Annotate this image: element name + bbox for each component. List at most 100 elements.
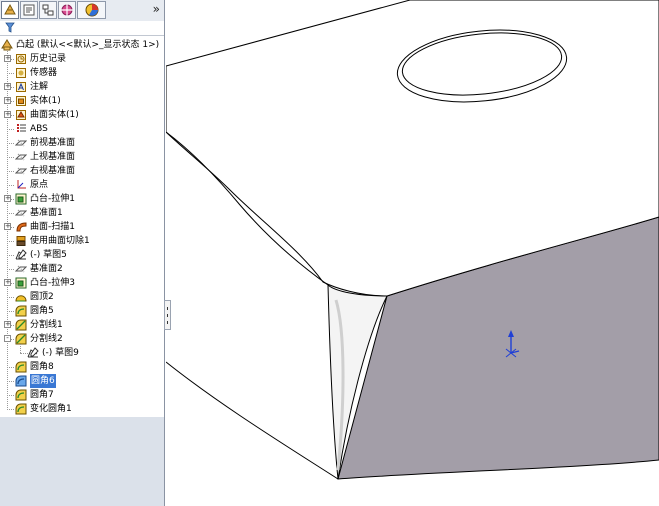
tree-item-history[interactable]: + 历史记录 bbox=[0, 52, 164, 66]
sensor-icon bbox=[16, 68, 26, 78]
tree-item-label: 曲面-扫描1 bbox=[30, 222, 75, 232]
tree-item-surface-cut-1[interactable]: 使用曲面切除1 bbox=[0, 234, 164, 248]
tree-item-boss-extrude-1[interactable]: + 凸台-拉伸1 bbox=[0, 192, 164, 206]
tree-item-origin[interactable]: 原点 bbox=[0, 178, 164, 192]
tree-item-plane-2[interactable]: 基准面2 bbox=[0, 262, 164, 276]
feature-manager-icon bbox=[4, 3, 16, 15]
tree-branch-line bbox=[7, 73, 14, 74]
tree-item-material[interactable]: ABS bbox=[0, 122, 164, 136]
property-manager-icon bbox=[23, 4, 35, 16]
manager-tab-bar: » bbox=[0, 0, 164, 22]
filter-icon[interactable] bbox=[5, 22, 15, 33]
tree-item-label: 基准面2 bbox=[30, 264, 63, 274]
tree-item-label: 前视基准面 bbox=[30, 138, 76, 148]
more-tabs-button[interactable]: » bbox=[153, 2, 160, 16]
boss-extrude-icon bbox=[15, 193, 27, 205]
tree-branch-line bbox=[7, 143, 14, 144]
dome-icon bbox=[15, 295, 27, 302]
tree-item-fillet-5[interactable]: 圆角5 bbox=[0, 304, 164, 318]
tree-item-label: 圆角7 bbox=[30, 390, 54, 400]
tree-branch-line bbox=[7, 129, 14, 130]
tree-branch-line bbox=[7, 171, 14, 172]
part-icon bbox=[1, 39, 13, 51]
tree-item-fillet-7[interactable]: 圆角7 bbox=[0, 388, 164, 402]
surface-sweep-icon bbox=[16, 222, 27, 232]
graphics-viewport[interactable] bbox=[166, 0, 659, 506]
tree-branch-line bbox=[7, 255, 14, 256]
tree-item-split-line-1[interactable]: + 分割线1 bbox=[0, 318, 164, 332]
tree-item-label: 分割线1 bbox=[30, 320, 63, 330]
tree-item-top-plane[interactable]: 上视基准面 bbox=[0, 150, 164, 164]
tree-item-label: 实体(1) bbox=[30, 96, 61, 106]
tree-branch-line bbox=[7, 297, 14, 298]
tree-nested-connector-line bbox=[20, 344, 21, 353]
plane-icon bbox=[15, 139, 27, 147]
tree-item-label: 历史记录 bbox=[30, 54, 67, 64]
expand-toggle-icon[interactable]: + bbox=[4, 83, 11, 90]
tree-item-dome-2[interactable]: 圆顶2 bbox=[0, 290, 164, 304]
tree-item-label: 上视基准面 bbox=[30, 152, 76, 162]
tree-branch-line bbox=[7, 157, 14, 158]
tree-branch-line bbox=[7, 381, 14, 382]
tab-feature-manager[interactable] bbox=[1, 1, 19, 19]
tree-item-surface-sweep-1[interactable]: + 曲面-扫描1 bbox=[0, 220, 164, 234]
tree-item-label: 右视基准面 bbox=[30, 166, 76, 176]
tree-item-label: 圆角8 bbox=[30, 362, 54, 372]
tree-item-sensors[interactable]: 传感器 bbox=[0, 66, 164, 80]
tree-item-label: ABS bbox=[30, 124, 48, 134]
fillet-icon bbox=[15, 361, 27, 373]
tree-item-fillet-8[interactable]: 圆角8 bbox=[0, 360, 164, 374]
plane-icon bbox=[15, 209, 27, 217]
feature-manager-panel: » 凸起 (默认<<默认>_显示状态 1>) + 历史记录 传感器 + 注解 + 实体(1) +… bbox=[0, 0, 165, 506]
expand-toggle-icon[interactable]: + bbox=[4, 111, 11, 118]
tree-item-solid-bodies[interactable]: + 实体(1) bbox=[0, 94, 164, 108]
surface-cut-icon bbox=[16, 236, 26, 246]
plane-icon bbox=[15, 167, 27, 175]
tree-item-split-line-2[interactable]: - 分割线2 bbox=[0, 332, 164, 346]
tree-item-surface-bodies[interactable]: + 曲面实体(1) bbox=[0, 108, 164, 122]
fillet-icon bbox=[15, 403, 27, 415]
tree-branch-line bbox=[7, 269, 14, 270]
tab-dimxpert-manager[interactable] bbox=[58, 1, 76, 19]
expand-toggle-icon[interactable]: + bbox=[4, 321, 11, 328]
tree-item-label: 基准面1 bbox=[30, 208, 63, 218]
tree-item-right-plane[interactable]: 右视基准面 bbox=[0, 164, 164, 178]
tree-branch-line bbox=[7, 213, 14, 214]
fillet-icon bbox=[15, 389, 27, 401]
tree-item-boss-extrude-3[interactable]: + 凸台-拉伸3 bbox=[0, 276, 164, 290]
tree-item-label: 圆角6 bbox=[30, 374, 56, 388]
tree-item-plane-1[interactable]: 基准面1 bbox=[0, 206, 164, 220]
sketch-icon bbox=[27, 347, 39, 358]
tree-item-sketch-5[interactable]: (-) 草图5 bbox=[0, 248, 164, 262]
tree-branch-line bbox=[7, 311, 14, 312]
tree-filter-bar[interactable] bbox=[0, 21, 164, 36]
tree-item-front-plane[interactable]: 前视基准面 bbox=[0, 136, 164, 150]
tree-item-label: 注解 bbox=[30, 82, 49, 92]
tree-item-tree-root[interactable]: 凸起 (默认<<默认>_显示状态 1>) bbox=[0, 38, 164, 52]
tree-item-label: (-) 草图9 bbox=[42, 348, 79, 358]
tree-branch-line bbox=[7, 409, 14, 410]
tree-branch-line bbox=[7, 241, 14, 242]
tree-item-label: 传感器 bbox=[30, 68, 58, 78]
tab-configuration-manager[interactable] bbox=[39, 1, 57, 19]
tree-item-variable-fillet-1[interactable]: 变化圆角1 bbox=[0, 402, 164, 416]
split-line-icon bbox=[15, 333, 27, 345]
tree-item-label: 凸起 (默认<<默认>_显示状态 1>) bbox=[16, 40, 160, 50]
tab-property-manager[interactable] bbox=[20, 1, 38, 19]
expand-toggle-icon[interactable]: + bbox=[4, 97, 11, 104]
expand-toggle-icon[interactable]: + bbox=[4, 223, 11, 230]
tree-item-fillet-6[interactable]: 圆角6 bbox=[0, 374, 164, 388]
tree-item-label: 曲面实体(1) bbox=[30, 110, 79, 120]
expand-toggle-icon[interactable]: + bbox=[4, 195, 11, 202]
configuration-manager-icon bbox=[42, 4, 54, 16]
annotation-icon bbox=[16, 82, 26, 92]
tree-item-annotations[interactable]: + 注解 bbox=[0, 80, 164, 94]
tree-item-label: 圆角5 bbox=[30, 306, 54, 316]
boss-extrude-icon bbox=[15, 277, 27, 289]
expand-toggle-icon[interactable]: - bbox=[4, 335, 11, 342]
tree-item-sketch-9[interactable]: (-) 草图9 bbox=[0, 346, 164, 360]
tab-display-manager[interactable] bbox=[77, 1, 106, 19]
expand-toggle-icon[interactable]: + bbox=[4, 279, 11, 286]
history-icon bbox=[16, 54, 26, 64]
expand-toggle-icon[interactable]: + bbox=[4, 55, 11, 62]
